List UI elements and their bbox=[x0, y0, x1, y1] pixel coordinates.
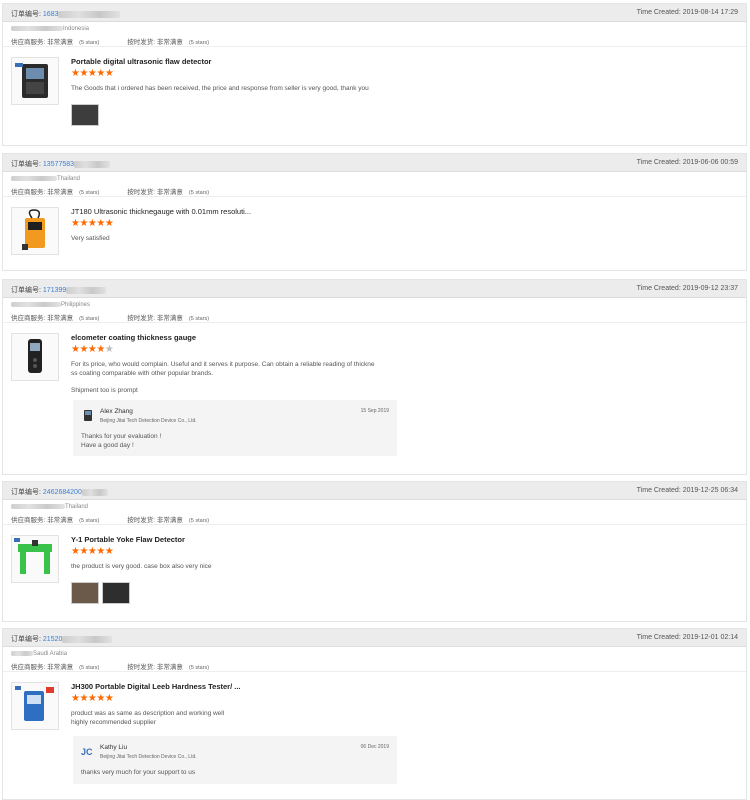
time-created-value: 2019-12-01 02:14 bbox=[682, 634, 738, 641]
buyer-country: Thailand bbox=[57, 176, 81, 183]
buyer-country: Thailand bbox=[65, 504, 89, 511]
service-ratings: 供应商服务: 非常满意 (5 stars) 按时发货: 非常满意 (5 stars) bbox=[3, 184, 746, 197]
order-card: 订单编号: 171399 Time Created: 2019-09-12 23… bbox=[2, 279, 747, 475]
seller-reply: Alex Zhang Beijing Jitai Tech Detection … bbox=[73, 400, 397, 456]
review-text: product was as same as description and w… bbox=[71, 710, 225, 726]
time-created-value: 2019-08-14 17:29 bbox=[682, 9, 738, 16]
product-title[interactable]: JT180 Ultrasonic thicknegauge with 0.01m… bbox=[71, 207, 251, 216]
review-photos bbox=[71, 104, 102, 128]
product-title[interactable]: Y-1 Portable Yoke Flaw Detector bbox=[71, 535, 185, 544]
review-photo[interactable] bbox=[102, 582, 130, 604]
time-created-value: 2019-06-06 00:59 bbox=[682, 159, 738, 166]
product-title[interactable]: JH300 Portable Digital Leeb Hardness Tes… bbox=[71, 682, 241, 691]
svg-text:JC: JC bbox=[81, 747, 93, 757]
time-created-value: 2019-09-12 23:37 bbox=[682, 285, 738, 292]
order-number-link[interactable]: 2462684200 bbox=[43, 489, 82, 496]
service-ratings: 供应商服务: 非常满意 (5 stars) 按时发货: 非常满意 (5 stars) bbox=[3, 512, 746, 525]
product-title[interactable]: elcometer coating thickness gauge bbox=[71, 333, 196, 342]
seller-logo-icon: JC bbox=[81, 744, 95, 758]
product-title[interactable]: Portable digital ultrasonic flaw detecto… bbox=[71, 57, 211, 66]
review-text: For its price, who would complain. Usefu… bbox=[71, 361, 375, 394]
reply-date: 06 Dec 2019 bbox=[360, 744, 389, 750]
review-text: The Goods that i ordered has been receiv… bbox=[71, 85, 369, 92]
order-header: 订单编号: 13577583 Time Created: 2019-06-06 … bbox=[3, 154, 746, 172]
yoke-detector-icon[interactable] bbox=[11, 535, 59, 583]
rating-stars: ★★★★★ bbox=[71, 218, 114, 229]
order-header: 订单编号: 171399 Time Created: 2019-09-12 23… bbox=[3, 280, 746, 298]
order-number-label: 订单编号: bbox=[11, 11, 41, 18]
hardness-tester-icon[interactable] bbox=[11, 682, 59, 730]
time-created-value: 2019-12-25 06:34 bbox=[682, 487, 738, 494]
seller-name: Alex Zhang bbox=[100, 408, 133, 415]
reply-message: Thanks for your evaluation ! Have a good … bbox=[81, 433, 162, 449]
order-header: 订单编号: 2462684200 Time Created: 2019-12-2… bbox=[3, 482, 746, 500]
buyer-info: Thailand bbox=[3, 500, 746, 512]
order-number-link[interactable]: 1683 bbox=[43, 11, 59, 18]
review-text: Very satisfied bbox=[71, 235, 110, 242]
order-card: 订单编号: 21520 Time Created: 2019-12-01 02:… bbox=[2, 628, 747, 800]
buyer-country: Indonesia bbox=[63, 26, 90, 33]
buyer-info: Indonesia bbox=[3, 22, 746, 34]
rating-stars: ★★★★★ bbox=[71, 68, 114, 79]
order-header: 订单编号: 21520 Time Created: 2019-12-01 02:… bbox=[3, 629, 746, 647]
buyer-info: Saudi Arabia bbox=[3, 647, 746, 659]
flaw-detector-icon[interactable] bbox=[11, 57, 59, 105]
review-photos bbox=[71, 582, 133, 606]
order-header: 订单编号: 1683 Time Created: 2019-08-14 17:2… bbox=[3, 4, 746, 22]
buyer-country: Philippines bbox=[61, 302, 91, 309]
seller-reply: JC Kathy Liu Beijing Jitai Tech Detectio… bbox=[73, 736, 397, 784]
service-ratings: 供应商服务: 非常满意 (5 stars) 按时发货: 非常满意 (5 stars) bbox=[3, 34, 746, 47]
order-card: 订单编号: 13577583 Time Created: 2019-06-06 … bbox=[2, 153, 747, 271]
buyer-country: Saudi Arabia bbox=[33, 651, 68, 658]
seller-company: Beijing Jitai Tech Detection Device Co.,… bbox=[100, 754, 197, 760]
coating-gauge-icon[interactable] bbox=[11, 333, 59, 381]
review-photo[interactable] bbox=[71, 582, 99, 604]
seller-avatar bbox=[81, 408, 95, 422]
time-created-label: Time Created: bbox=[636, 9, 681, 16]
order-card: 订单编号: 2462684200 Time Created: 2019-12-2… bbox=[2, 481, 747, 622]
order-number-link[interactable]: 13577583 bbox=[43, 161, 74, 168]
buyer-info: Philippines bbox=[3, 298, 746, 310]
reply-date: 15 Sep 2019 bbox=[360, 408, 389, 414]
rating-stars: ★★★★★ bbox=[71, 693, 114, 704]
order-number-link[interactable]: 171399 bbox=[43, 287, 66, 294]
service-ratings: 供应商服务: 非常满意 (5 stars) 按时发货: 非常满意 (5 stars) bbox=[3, 659, 746, 672]
rating-stars: ★★★★★ bbox=[71, 546, 114, 557]
review-photo[interactable] bbox=[71, 104, 99, 126]
order-card: 订单编号: 1683 Time Created: 2019-08-14 17:2… bbox=[2, 3, 747, 146]
service-ratings: 供应商服务: 非常满意 (5 stars) 按时发货: 非常满意 (5 stars) bbox=[3, 310, 746, 323]
thickness-gauge-icon[interactable] bbox=[11, 207, 59, 255]
buyer-info: Thailand bbox=[3, 172, 746, 184]
review-text: the product is very good. case box also … bbox=[71, 563, 212, 570]
reply-message: thanks very much for your support to us bbox=[81, 769, 196, 776]
rating-stars: ★★★★★ bbox=[71, 344, 114, 355]
seller-company: Beijing Jitai Tech Detection Device Co.,… bbox=[100, 418, 197, 424]
seller-name: Kathy Liu bbox=[100, 744, 128, 751]
order-number-link[interactable]: 21520 bbox=[43, 636, 62, 643]
